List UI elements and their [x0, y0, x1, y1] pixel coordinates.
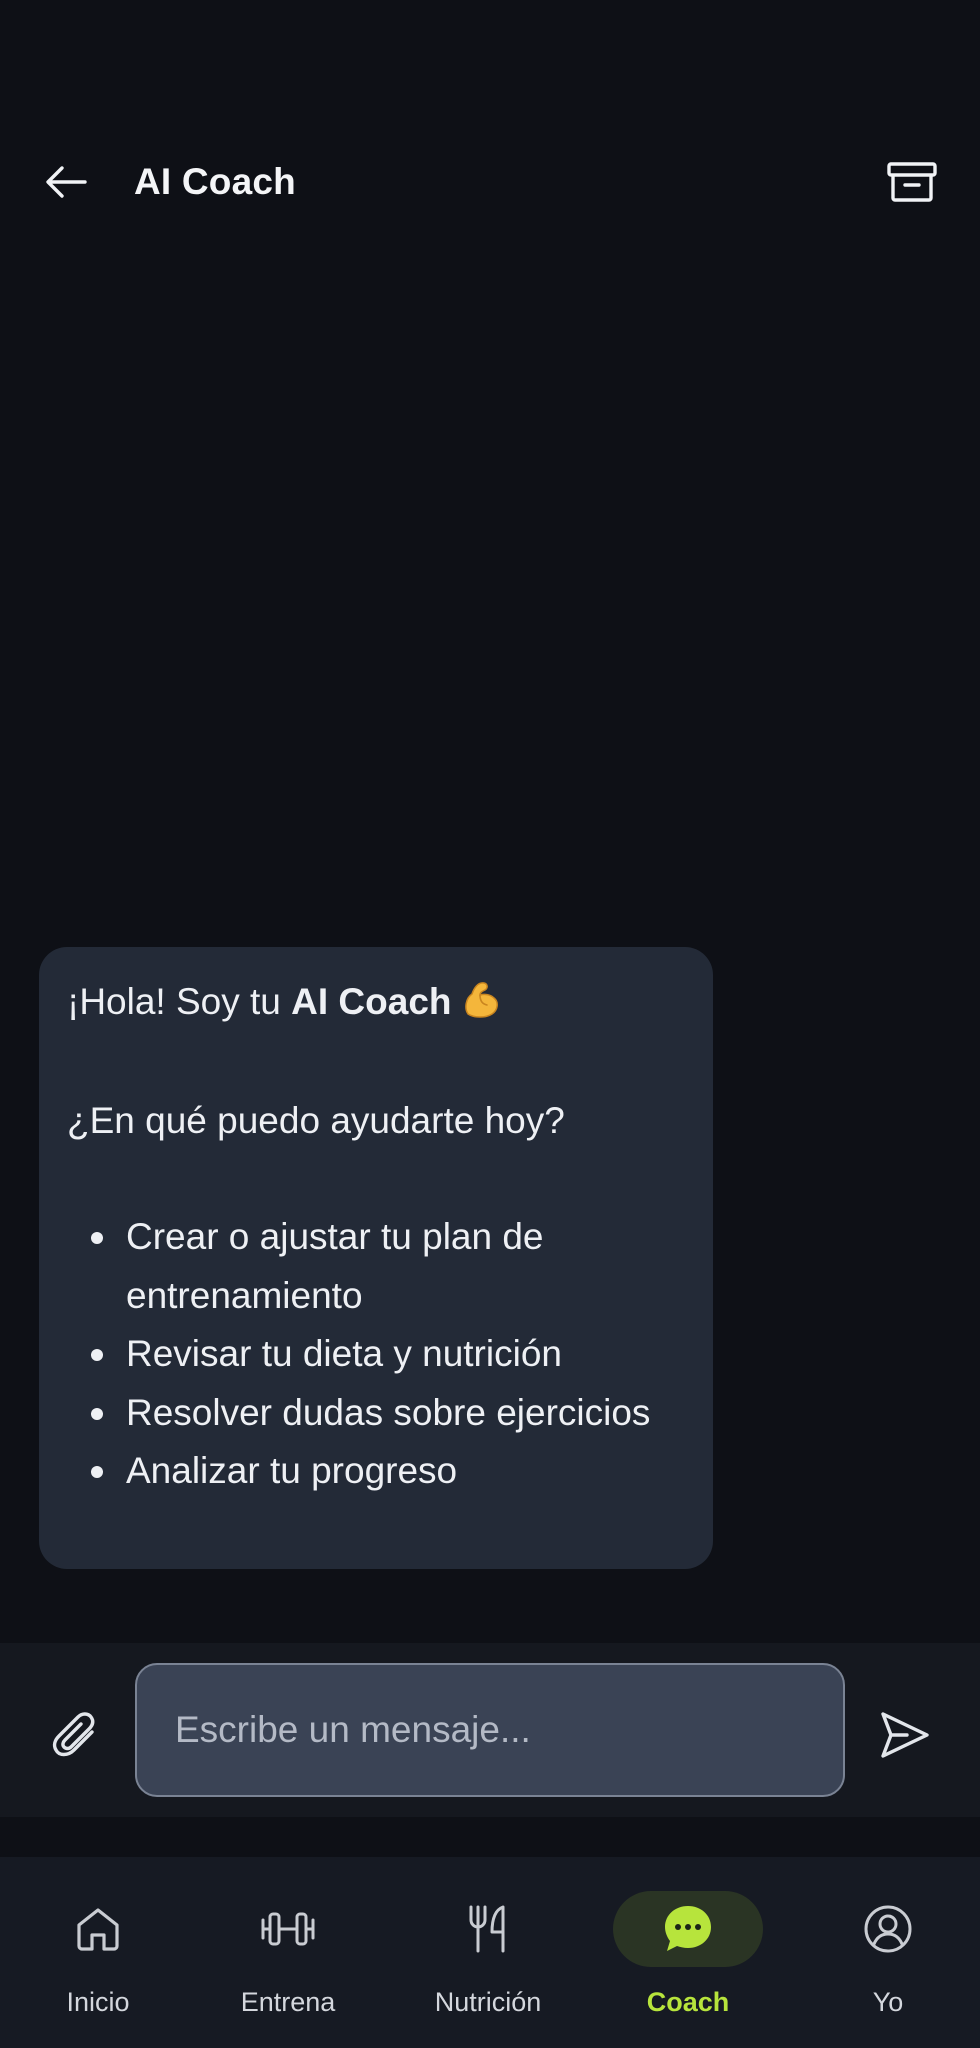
app-header: AI Coach [0, 140, 980, 224]
nav-label: Yo [872, 1987, 904, 2017]
paperclip-icon [52, 1712, 95, 1757]
list-item: Revisar tu dieta y nutrición [67, 1325, 685, 1384]
chat-bubble-icon [665, 1906, 711, 1951]
nav-item-yo[interactable]: Yo [790, 1857, 980, 2048]
nav-item-entrena[interactable]: Entrena [190, 1857, 386, 2048]
attach-button[interactable] [48, 1707, 104, 1763]
nav-label: Nutrición [434, 1987, 542, 2017]
greeting-prefix: ¡Hola! Soy tu [67, 981, 292, 1022]
nav-item-inicio[interactable]: Inicio [0, 1857, 196, 2048]
bottom-navigation: Inicio Entrena Nutrición Coach Yo [0, 1857, 980, 2048]
nav-label: Entrena [240, 1987, 336, 2017]
assistant-message-bubble: ¡Hola! Soy tu AI Coach ¿En qué puedo ayu… [39, 947, 713, 1569]
send-icon [881, 1712, 929, 1758]
flexed-biceps-emoji [464, 982, 498, 1018]
nav-label: Inicio [66, 1987, 130, 2017]
list-item: Crear o ajustar tu plan de entrenamiento [67, 1208, 685, 1325]
question-line: ¿En qué puedo ayudarte hoy? [67, 1099, 565, 1141]
archive-button[interactable] [884, 158, 940, 206]
greeting-line: ¡Hola! Soy tu AI Coach [67, 973, 685, 1032]
fork-knife-icon [469, 1905, 505, 1953]
suggestion-list: Crear o ajustar tu plan de entrenamiento… [67, 1208, 685, 1501]
active-pill [613, 1891, 763, 1967]
page-title: AI Coach [134, 161, 296, 202]
home-icon [77, 1908, 119, 1951]
back-button[interactable] [40, 160, 92, 204]
message-input[interactable] [135, 1663, 845, 1797]
nav-label: Coach [646, 1987, 730, 2017]
archive-icon [887, 162, 937, 202]
arrow-left-icon [46, 166, 87, 198]
greeting-name: AI Coach [291, 981, 452, 1022]
dumbbell-icon [261, 1912, 315, 1946]
nav-item-coach[interactable]: Coach [590, 1857, 786, 2048]
send-button[interactable] [875, 1707, 935, 1763]
list-item: Analizar tu progreso [67, 1442, 685, 1501]
coach-screen: AI Coach ¡Hola! Soy tu AI Coach ¿En qué … [0, 0, 980, 2048]
message-composer [0, 1643, 980, 1817]
user-icon [864, 1905, 912, 1953]
nav-item-nutricion[interactable]: Nutrición [390, 1857, 586, 2048]
list-item: Resolver dudas sobre ejercicios [67, 1384, 685, 1443]
